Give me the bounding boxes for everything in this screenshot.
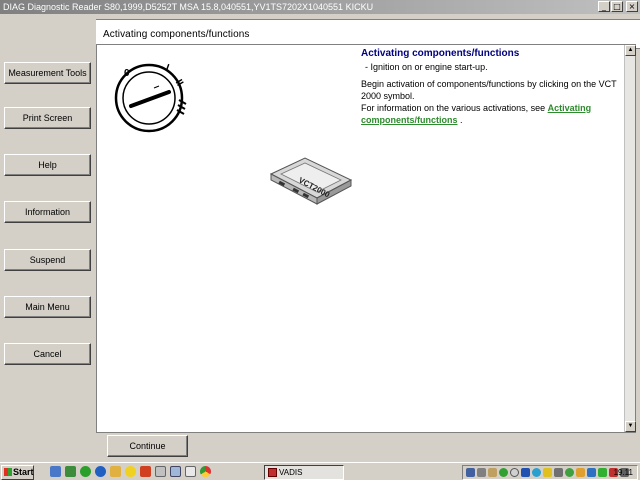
- ie-icon[interactable]: [95, 466, 106, 477]
- content-panel: 0 I II VCT2000 Activating components/fun…: [96, 44, 636, 433]
- vertical-scrollbar[interactable]: ▲ ▼: [624, 45, 636, 432]
- measurement-tools-button[interactable]: Measurement Tools: [4, 62, 91, 84]
- info-paragraph-suffix: .: [457, 115, 463, 125]
- tools-icon[interactable]: [140, 466, 151, 477]
- scroll-up-arrow-icon[interactable]: ▲: [625, 45, 636, 56]
- printer-icon[interactable]: [554, 468, 563, 477]
- scroll-down-arrow-icon[interactable]: ▼: [625, 421, 636, 432]
- vadis-app-icon: [268, 468, 277, 477]
- instruction-paragraph: Begin activation of components/functions…: [361, 79, 617, 101]
- desktop-icon[interactable]: [50, 466, 61, 477]
- minimize-button[interactable]: _: [598, 1, 610, 12]
- info-paragraph: For information on the various activatio…: [361, 102, 623, 126]
- keyboard-icon[interactable]: [477, 468, 486, 477]
- suspend-button[interactable]: Suspend: [4, 249, 91, 271]
- clipboard-icon[interactable]: [488, 468, 497, 477]
- start-label: Start: [13, 467, 34, 477]
- chrome-icon[interactable]: [200, 466, 211, 477]
- pen-icon[interactable]: [543, 468, 552, 477]
- main-menu-button[interactable]: Main Menu: [4, 296, 91, 318]
- taskbar: Start VADIS 19.11: [0, 462, 640, 480]
- explorer-icon[interactable]: [65, 466, 76, 477]
- maximize-button[interactable]: □: [611, 1, 623, 12]
- edit-icon[interactable]: [155, 466, 166, 477]
- clock-icon[interactable]: [510, 468, 519, 477]
- shield-icon[interactable]: [521, 468, 530, 477]
- tray-folder-icon[interactable]: [576, 468, 585, 477]
- info-paragraph-text: For information on the various activatio…: [361, 103, 548, 113]
- sync-icon[interactable]: [499, 468, 508, 477]
- battery-icon[interactable]: [598, 468, 607, 477]
- windows-logo-icon: [4, 468, 12, 476]
- instructions-panel: Activating components/functions - Igniti…: [361, 48, 623, 126]
- ignition-switch-icon: 0 I II: [114, 63, 187, 133]
- instructions-title: Activating components/functions: [361, 48, 520, 59]
- window-controls: _ □ ×: [598, 1, 638, 12]
- quick-launch: [50, 466, 211, 477]
- chart-icon[interactable]: [587, 468, 596, 477]
- continue-button[interactable]: Continue: [107, 435, 188, 457]
- mail-icon[interactable]: [185, 466, 196, 477]
- help-button[interactable]: Help: [4, 154, 91, 176]
- main-window: Measurement Tools Print Screen Help Info…: [0, 14, 640, 462]
- cancel-button[interactable]: Cancel: [4, 343, 91, 365]
- window-icon[interactable]: [170, 466, 181, 477]
- vct2000-device-icon[interactable]: VCT2000: [267, 146, 357, 216]
- green-ie-icon[interactable]: [80, 466, 91, 477]
- page-title: Activating components/functions: [103, 29, 250, 40]
- window-title: DIAG Diagnostic Reader S80,1999,D5252T M…: [3, 2, 374, 12]
- information-button[interactable]: Information: [4, 201, 91, 223]
- taskbar-item-vadis[interactable]: VADIS: [264, 465, 344, 480]
- globe-icon[interactable]: [532, 468, 541, 477]
- folder-icon[interactable]: [110, 466, 121, 477]
- ignition-label-off: 0: [124, 68, 130, 79]
- print-screen-button[interactable]: Print Screen: [4, 107, 91, 129]
- instruction-bullet: - Ignition on or engine start-up.: [365, 62, 488, 72]
- network-icon[interactable]: [466, 468, 475, 477]
- title-bar: DIAG Diagnostic Reader S80,1999,D5252T M…: [0, 0, 640, 14]
- start-button[interactable]: Start: [1, 465, 34, 480]
- speaker-icon[interactable]: [565, 468, 574, 477]
- close-button[interactable]: ×: [626, 1, 638, 12]
- task-label: VADIS: [279, 468, 303, 477]
- system-tray: 19.11: [462, 465, 638, 480]
- smiley-icon[interactable]: [125, 466, 136, 477]
- clock[interactable]: 19.11: [614, 467, 633, 479]
- tray-icons: [466, 468, 629, 477]
